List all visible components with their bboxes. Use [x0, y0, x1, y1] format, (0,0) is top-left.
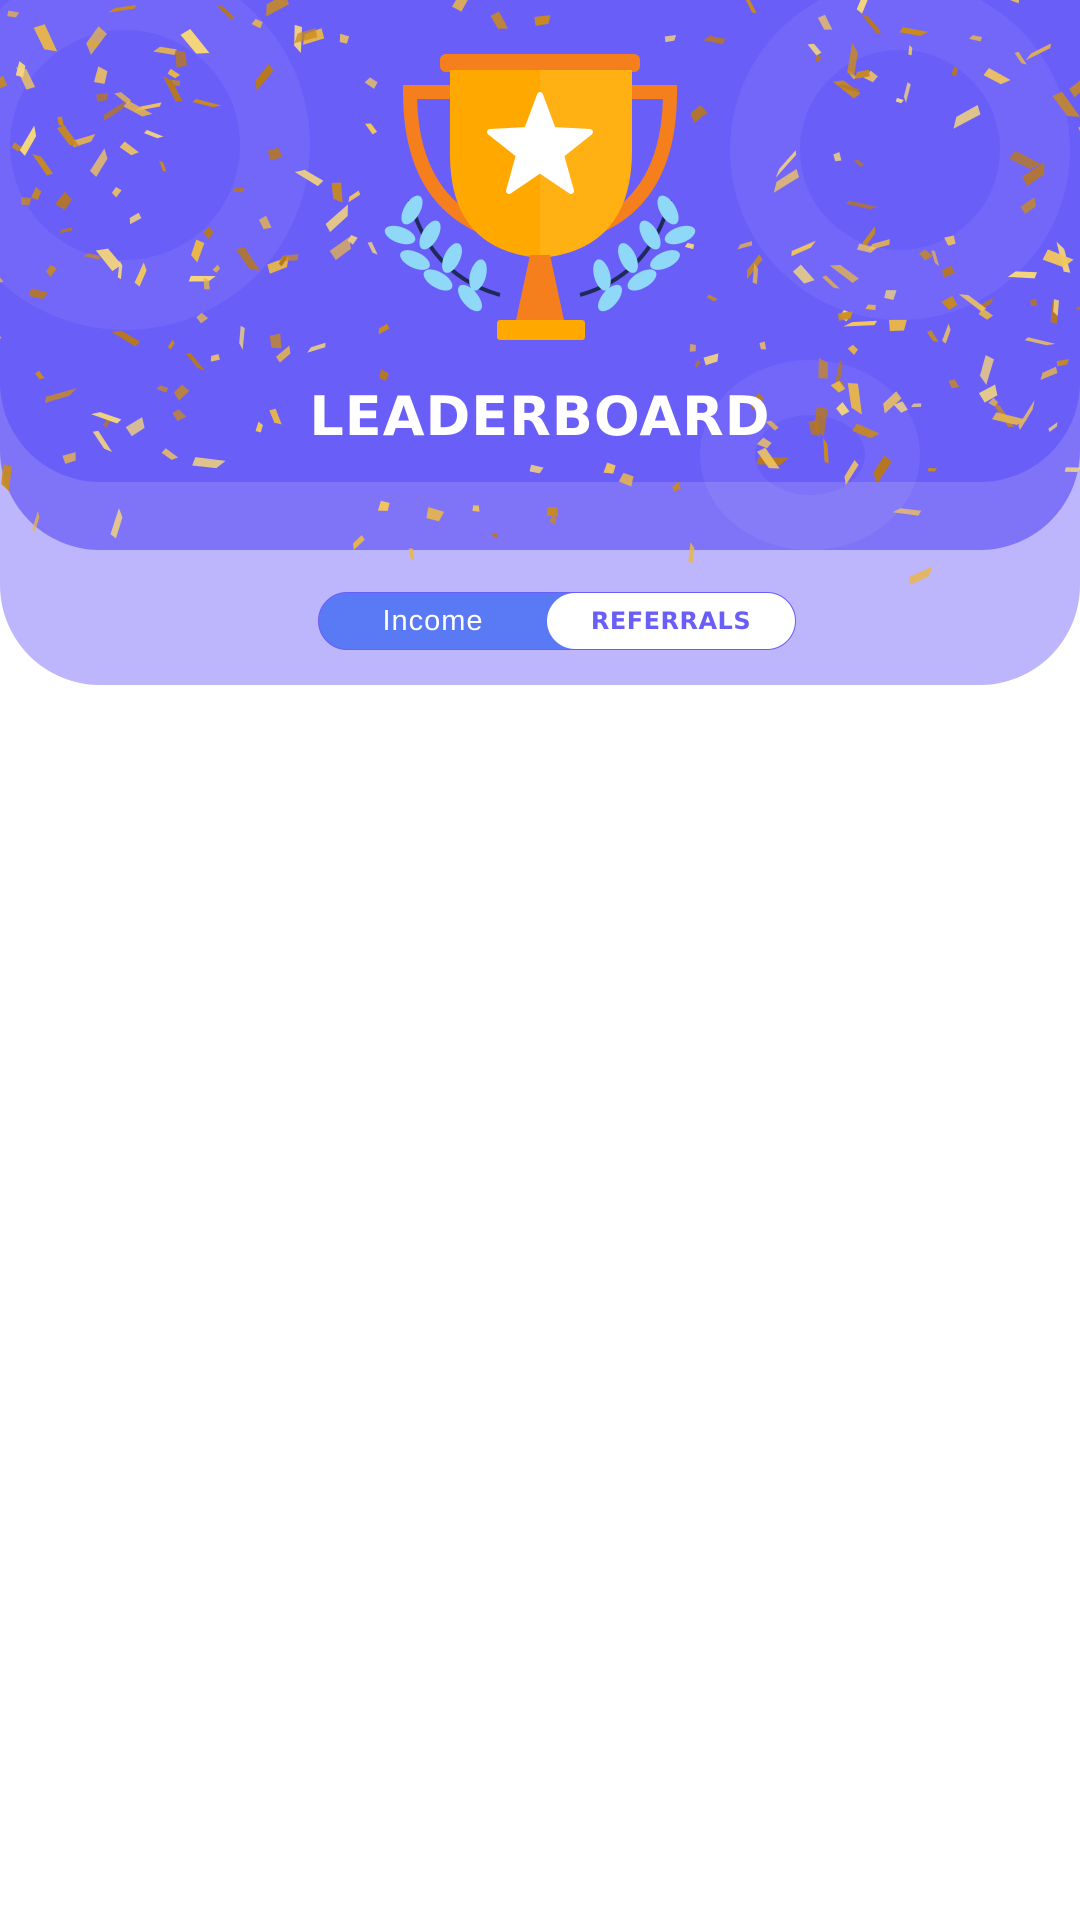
- trophy-icon: [384, 54, 696, 340]
- page-title: LEADERBOARD: [309, 385, 771, 448]
- decorative-swirl: [730, 0, 1070, 320]
- leaderboard-screen: LEADERBOARD Income REFERRALS: [0, 0, 1080, 1920]
- tab-referrals[interactable]: REFERRALS: [547, 593, 795, 649]
- leaderboard-tab-switch: Income REFERRALS: [318, 592, 796, 650]
- tab-income[interactable]: Income: [319, 593, 547, 649]
- decorative-swirl: [0, 0, 310, 330]
